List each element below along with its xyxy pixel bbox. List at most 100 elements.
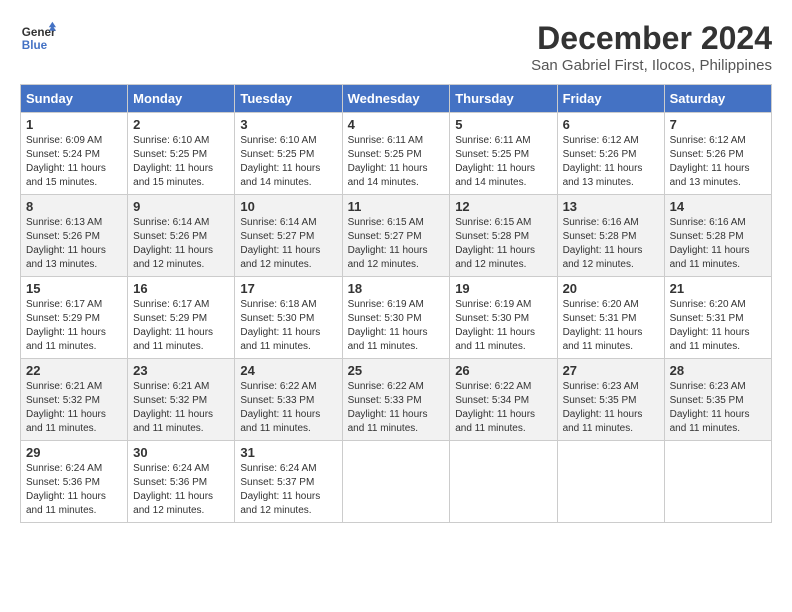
day-info: Sunrise: 6:20 AM Sunset: 5:31 PM Dayligh…: [563, 298, 659, 354]
calendar-cell: 23 Sunrise: 6:21 AM Sunset: 5:32 PM Dayl…: [128, 359, 235, 441]
day-number: 30: [133, 445, 229, 460]
day-info: Sunrise: 6:15 AM Sunset: 5:28 PM Dayligh…: [455, 216, 551, 272]
day-number: 31: [240, 445, 336, 460]
calendar-cell: 5 Sunrise: 6:11 AM Sunset: 5:25 PM Dayli…: [450, 113, 557, 195]
day-number: 5: [455, 117, 551, 132]
day-number: 23: [133, 363, 229, 378]
day-number: 13: [563, 199, 659, 214]
location-title: San Gabriel First, Ilocos, Philippines: [531, 57, 772, 74]
weekday-header-friday: Friday: [557, 85, 664, 113]
day-number: 4: [348, 117, 445, 132]
calendar-cell: 19 Sunrise: 6:19 AM Sunset: 5:30 PM Dayl…: [450, 277, 557, 359]
calendar-cell: 6 Sunrise: 6:12 AM Sunset: 5:26 PM Dayli…: [557, 113, 664, 195]
calendar-cell: [342, 441, 450, 523]
calendar-cell: 28 Sunrise: 6:23 AM Sunset: 5:35 PM Dayl…: [664, 359, 771, 441]
day-number: 3: [240, 117, 336, 132]
calendar-cell: 22 Sunrise: 6:21 AM Sunset: 5:32 PM Dayl…: [21, 359, 128, 441]
day-info: Sunrise: 6:23 AM Sunset: 5:35 PM Dayligh…: [563, 380, 659, 436]
day-number: 2: [133, 117, 229, 132]
day-info: Sunrise: 6:16 AM Sunset: 5:28 PM Dayligh…: [563, 216, 659, 272]
day-number: 17: [240, 281, 336, 296]
calendar-cell: [450, 441, 557, 523]
day-info: Sunrise: 6:15 AM Sunset: 5:27 PM Dayligh…: [348, 216, 445, 272]
day-number: 11: [348, 199, 445, 214]
weekday-header-monday: Monday: [128, 85, 235, 113]
day-info: Sunrise: 6:17 AM Sunset: 5:29 PM Dayligh…: [133, 298, 229, 354]
month-title: December 2024: [531, 20, 772, 57]
day-number: 16: [133, 281, 229, 296]
day-number: 26: [455, 363, 551, 378]
day-number: 22: [26, 363, 122, 378]
calendar-cell: 16 Sunrise: 6:17 AM Sunset: 5:29 PM Dayl…: [128, 277, 235, 359]
day-number: 14: [670, 199, 766, 214]
calendar-cell: [557, 441, 664, 523]
calendar-cell: 3 Sunrise: 6:10 AM Sunset: 5:25 PM Dayli…: [235, 113, 342, 195]
calendar-cell: 30 Sunrise: 6:24 AM Sunset: 5:36 PM Dayl…: [128, 441, 235, 523]
calendar-cell: 12 Sunrise: 6:15 AM Sunset: 5:28 PM Dayl…: [450, 195, 557, 277]
day-number: 29: [26, 445, 122, 460]
calendar-week-row: 29 Sunrise: 6:24 AM Sunset: 5:36 PM Dayl…: [21, 441, 772, 523]
calendar-header-row: SundayMondayTuesdayWednesdayThursdayFrid…: [21, 85, 772, 113]
header: General Blue December 2024 San Gabriel F…: [20, 20, 772, 74]
calendar-cell: 24 Sunrise: 6:22 AM Sunset: 5:33 PM Dayl…: [235, 359, 342, 441]
calendar-cell: [664, 441, 771, 523]
day-number: 15: [26, 281, 122, 296]
day-info: Sunrise: 6:20 AM Sunset: 5:31 PM Dayligh…: [670, 298, 766, 354]
calendar-cell: 25 Sunrise: 6:22 AM Sunset: 5:33 PM Dayl…: [342, 359, 450, 441]
calendar-cell: 1 Sunrise: 6:09 AM Sunset: 5:24 PM Dayli…: [21, 113, 128, 195]
calendar-cell: 2 Sunrise: 6:10 AM Sunset: 5:25 PM Dayli…: [128, 113, 235, 195]
day-number: 20: [563, 281, 659, 296]
day-info: Sunrise: 6:12 AM Sunset: 5:26 PM Dayligh…: [563, 134, 659, 190]
day-info: Sunrise: 6:24 AM Sunset: 5:36 PM Dayligh…: [26, 462, 122, 518]
logo: General Blue: [20, 20, 56, 56]
day-number: 24: [240, 363, 336, 378]
calendar-cell: 20 Sunrise: 6:20 AM Sunset: 5:31 PM Dayl…: [557, 277, 664, 359]
day-number: 7: [670, 117, 766, 132]
weekday-header-saturday: Saturday: [664, 85, 771, 113]
day-info: Sunrise: 6:10 AM Sunset: 5:25 PM Dayligh…: [133, 134, 229, 190]
calendar-week-row: 8 Sunrise: 6:13 AM Sunset: 5:26 PM Dayli…: [21, 195, 772, 277]
day-info: Sunrise: 6:23 AM Sunset: 5:35 PM Dayligh…: [670, 380, 766, 436]
calendar-week-row: 22 Sunrise: 6:21 AM Sunset: 5:32 PM Dayl…: [21, 359, 772, 441]
calendar-cell: 11 Sunrise: 6:15 AM Sunset: 5:27 PM Dayl…: [342, 195, 450, 277]
weekday-header-tuesday: Tuesday: [235, 85, 342, 113]
calendar-cell: 27 Sunrise: 6:23 AM Sunset: 5:35 PM Dayl…: [557, 359, 664, 441]
calendar-cell: 29 Sunrise: 6:24 AM Sunset: 5:36 PM Dayl…: [21, 441, 128, 523]
day-info: Sunrise: 6:22 AM Sunset: 5:33 PM Dayligh…: [348, 380, 445, 436]
calendar-cell: 10 Sunrise: 6:14 AM Sunset: 5:27 PM Dayl…: [235, 195, 342, 277]
day-info: Sunrise: 6:19 AM Sunset: 5:30 PM Dayligh…: [455, 298, 551, 354]
day-info: Sunrise: 6:24 AM Sunset: 5:36 PM Dayligh…: [133, 462, 229, 518]
day-number: 28: [670, 363, 766, 378]
calendar-cell: 26 Sunrise: 6:22 AM Sunset: 5:34 PM Dayl…: [450, 359, 557, 441]
calendar-cell: 4 Sunrise: 6:11 AM Sunset: 5:25 PM Dayli…: [342, 113, 450, 195]
calendar-week-row: 1 Sunrise: 6:09 AM Sunset: 5:24 PM Dayli…: [21, 113, 772, 195]
calendar-cell: 17 Sunrise: 6:18 AM Sunset: 5:30 PM Dayl…: [235, 277, 342, 359]
calendar-cell: 15 Sunrise: 6:17 AM Sunset: 5:29 PM Dayl…: [21, 277, 128, 359]
day-number: 21: [670, 281, 766, 296]
day-number: 25: [348, 363, 445, 378]
day-info: Sunrise: 6:17 AM Sunset: 5:29 PM Dayligh…: [26, 298, 122, 354]
calendar-cell: 18 Sunrise: 6:19 AM Sunset: 5:30 PM Dayl…: [342, 277, 450, 359]
day-info: Sunrise: 6:19 AM Sunset: 5:30 PM Dayligh…: [348, 298, 445, 354]
day-info: Sunrise: 6:22 AM Sunset: 5:33 PM Dayligh…: [240, 380, 336, 436]
day-info: Sunrise: 6:11 AM Sunset: 5:25 PM Dayligh…: [455, 134, 551, 190]
day-number: 9: [133, 199, 229, 214]
day-info: Sunrise: 6:13 AM Sunset: 5:26 PM Dayligh…: [26, 216, 122, 272]
day-info: Sunrise: 6:22 AM Sunset: 5:34 PM Dayligh…: [455, 380, 551, 436]
day-info: Sunrise: 6:11 AM Sunset: 5:25 PM Dayligh…: [348, 134, 445, 190]
day-info: Sunrise: 6:12 AM Sunset: 5:26 PM Dayligh…: [670, 134, 766, 190]
weekday-header-sunday: Sunday: [21, 85, 128, 113]
calendar-week-row: 15 Sunrise: 6:17 AM Sunset: 5:29 PM Dayl…: [21, 277, 772, 359]
day-number: 19: [455, 281, 551, 296]
calendar: SundayMondayTuesdayWednesdayThursdayFrid…: [20, 84, 772, 523]
calendar-cell: 7 Sunrise: 6:12 AM Sunset: 5:26 PM Dayli…: [664, 113, 771, 195]
calendar-cell: 8 Sunrise: 6:13 AM Sunset: 5:26 PM Dayli…: [21, 195, 128, 277]
calendar-cell: 9 Sunrise: 6:14 AM Sunset: 5:26 PM Dayli…: [128, 195, 235, 277]
day-info: Sunrise: 6:18 AM Sunset: 5:30 PM Dayligh…: [240, 298, 336, 354]
day-number: 27: [563, 363, 659, 378]
day-number: 6: [563, 117, 659, 132]
day-number: 10: [240, 199, 336, 214]
calendar-cell: 13 Sunrise: 6:16 AM Sunset: 5:28 PM Dayl…: [557, 195, 664, 277]
day-number: 18: [348, 281, 445, 296]
calendar-cell: 21 Sunrise: 6:20 AM Sunset: 5:31 PM Dayl…: [664, 277, 771, 359]
